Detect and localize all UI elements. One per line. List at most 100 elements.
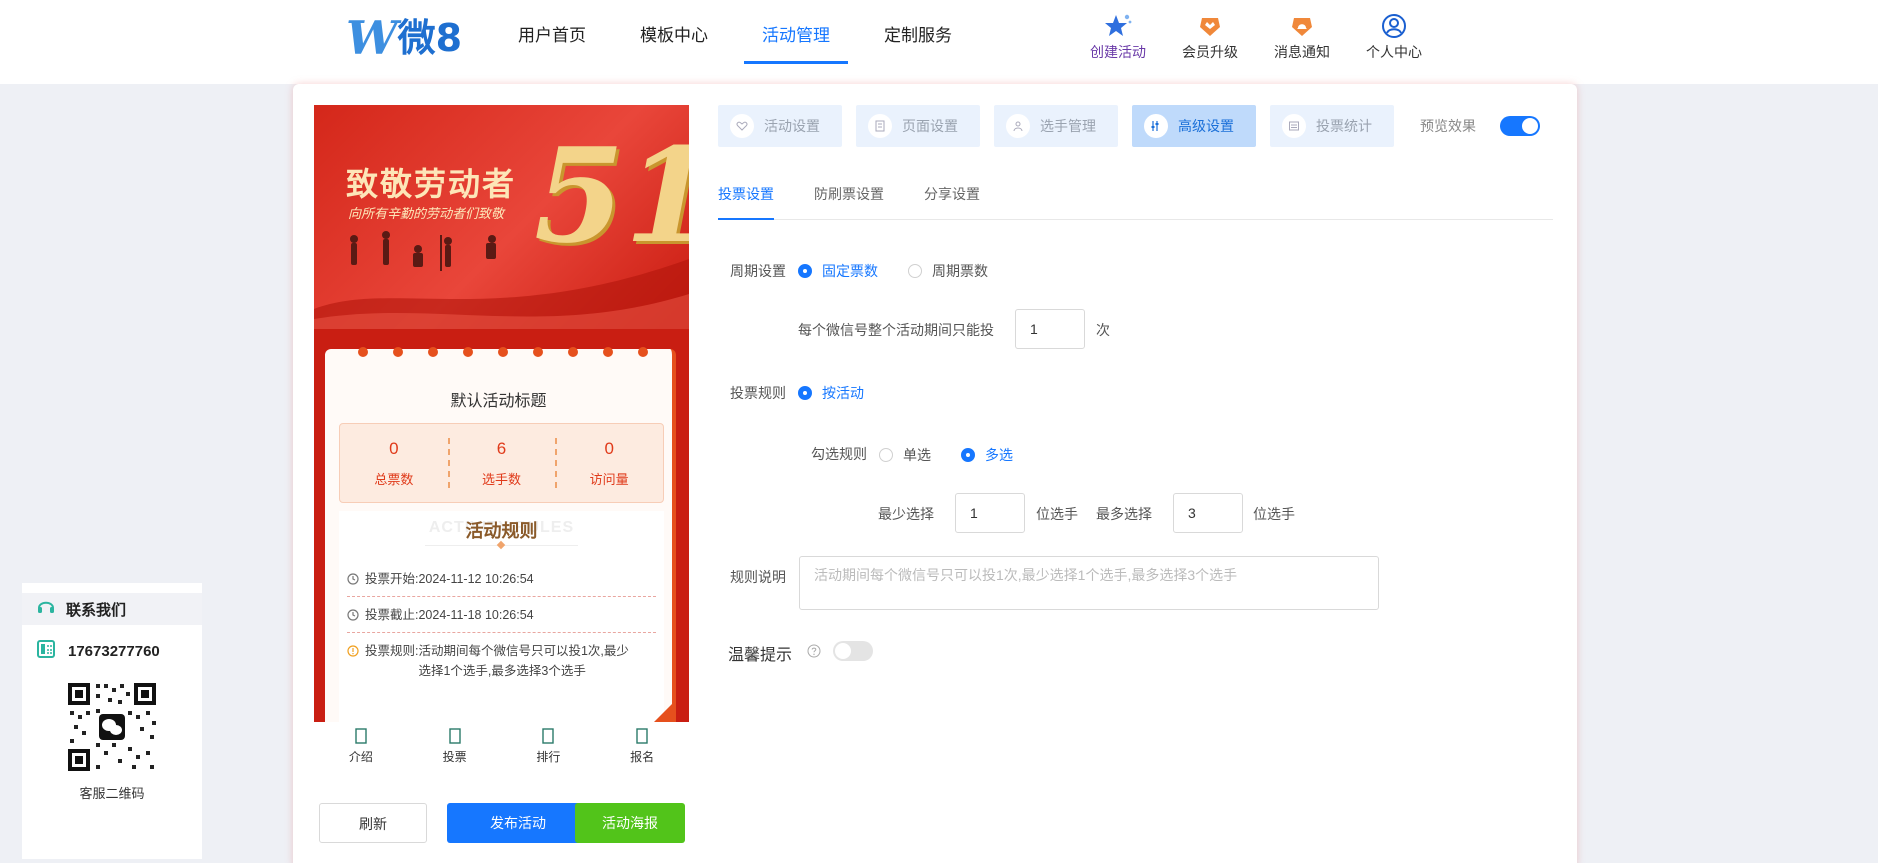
vote-end-row: 投票截止: 2024-11-18 10:26:54 <box>347 605 656 633</box>
logo-text: 微8 <box>397 16 463 60</box>
person-icon <box>1006 114 1030 138</box>
create-activity-label: 创建活动 <box>1090 44 1146 60</box>
warm-tip-label: 温馨提示 <box>728 647 793 664</box>
subtab-anti-fraud-settings[interactable]: 防刷票设置 <box>814 170 884 219</box>
tab-vote[interactable]: 投票 <box>408 722 502 772</box>
max-select-label: 最多选择 <box>1096 506 1152 522</box>
subtab-vote-settings[interactable]: 投票设置 <box>718 170 774 220</box>
cycle-setting-label: 周期设置 <box>730 263 786 279</box>
binder-ring <box>638 347 648 357</box>
nav-activity-management[interactable]: 活动管理 <box>744 0 848 84</box>
step-activity-settings[interactable]: 活动设置 <box>718 105 842 147</box>
rule-by-activity-radio[interactable]: 按活动 <box>798 383 864 403</box>
stat-contestants: 6 选手数 <box>447 424 556 502</box>
member-upgrade-button[interactable]: 会员升级 <box>1164 12 1256 62</box>
headset-icon <box>36 597 56 621</box>
banner-image: 致敬劳动者 向所有辛勤的劳动者们致敬 51 <box>314 105 689 329</box>
binder-ring <box>463 347 473 357</box>
logo[interactable]: W 微8 <box>346 14 462 62</box>
max-select-input[interactable]: 3 <box>1173 493 1243 533</box>
tab-intro[interactable]: 介绍 <box>314 722 408 772</box>
stat-value: 0 <box>604 439 614 458</box>
nav-template-center[interactable]: 模板中心 <box>622 0 726 84</box>
logo-mark: W <box>346 11 398 65</box>
step-vote-statistics[interactable]: 投票统计 <box>1270 105 1394 147</box>
tab-signup[interactable]: 报名 <box>595 722 689 772</box>
activity-poster-button[interactable]: 活动海报 <box>575 803 685 843</box>
binder-ring <box>393 347 403 357</box>
message-notice-button[interactable]: 消息通知 <box>1256 12 1348 62</box>
radio-dot <box>961 448 975 462</box>
vote-rule-label: 投票规则: <box>365 644 419 658</box>
step-label: 投票统计 <box>1316 118 1372 134</box>
vote-start-value: 2024-11-12 10:26:54 <box>418 572 534 586</box>
select-rule-label: 勾选规则 <box>811 446 867 462</box>
per-user-limit-unit: 次 <box>1096 322 1110 338</box>
radio-label: 周期票数 <box>932 263 988 279</box>
per-user-limit-input[interactable]: 1 <box>1015 309 1085 349</box>
select-single-radio[interactable]: 单选 <box>879 445 931 465</box>
ranking-icon <box>502 722 596 744</box>
binder-ring <box>568 347 578 357</box>
step-label: 选手管理 <box>1040 118 1096 134</box>
refresh-button[interactable]: 刷新 <box>319 803 427 843</box>
step-advanced-settings[interactable]: 高级设置 <box>1132 105 1256 147</box>
header-tools: 创建活动 会员升级 消息通知 个人中心 <box>1072 12 1440 62</box>
step-label: 页面设置 <box>902 118 958 134</box>
user-icon <box>1348 12 1440 40</box>
star-icon <box>1072 12 1164 40</box>
min-select-label: 最少选择 <box>878 506 934 522</box>
cycle-periodic-radio[interactable]: 周期票数 <box>908 261 988 281</box>
phone-icon <box>36 639 56 663</box>
chart-icon <box>1282 114 1306 138</box>
customer-service-qr-code <box>66 681 158 773</box>
tab-label: 介绍 <box>348 750 373 764</box>
select-multi-radio[interactable]: 多选 <box>961 445 1013 465</box>
vote-rule-row: 投票规则: 活动期间每个微信号只可以投1次,最少选择1个选手,最多选择3个选手 <box>347 641 656 681</box>
vote-rule-label: 投票规则 <box>730 385 786 401</box>
step-page-settings[interactable]: 页面设置 <box>856 105 980 147</box>
tab-label: 排行 <box>536 750 561 764</box>
stat-total-votes: 0 总票数 <box>340 424 448 502</box>
publish-activity-button[interactable]: 发布活动 <box>447 803 589 843</box>
home-icon <box>314 722 408 744</box>
personal-center-label: 个人中心 <box>1366 44 1422 60</box>
binder-ring <box>533 347 543 357</box>
rules-title: 活动规则 <box>465 521 538 541</box>
radio-dot <box>798 386 812 400</box>
signup-icon <box>595 722 689 744</box>
qr-code-label: 客服二维码 <box>79 786 145 801</box>
tab-ranking[interactable]: 排行 <box>502 722 596 772</box>
nav-user-home[interactable]: 用户首页 <box>500 0 604 84</box>
cycle-fixed-radio[interactable]: 固定票数 <box>798 261 878 281</box>
binder-ring <box>428 347 438 357</box>
tab-label: 报名 <box>630 750 655 764</box>
vote-start-row: 投票开始: 2024-11-12 10:26:54 <box>347 569 656 597</box>
main-nav: 用户首页 模板中心 活动管理 定制服务 <box>500 0 988 84</box>
vote-end-value: 2024-11-18 10:26:54 <box>418 608 534 622</box>
radio-label: 单选 <box>903 447 931 463</box>
stat-label: 访问量 <box>589 472 629 487</box>
clock-icon <box>347 569 365 596</box>
personal-center-button[interactable]: 个人中心 <box>1348 12 1440 62</box>
vote-start-label: 投票开始: <box>365 572 419 586</box>
crown-icon <box>1164 12 1256 40</box>
radio-label: 多选 <box>985 447 1013 463</box>
step-label: 活动设置 <box>764 118 820 134</box>
min-select-input[interactable]: 1 <box>955 493 1025 533</box>
preview-toggle[interactable] <box>1500 116 1540 136</box>
warm-tip-toggle[interactable] <box>833 641 873 661</box>
stat-label: 选手数 <box>482 472 522 487</box>
nav-custom-service[interactable]: 定制服务 <box>866 0 970 84</box>
tab-label: 投票 <box>442 750 467 764</box>
contact-header: 联系我们 <box>22 593 202 625</box>
help-icon[interactable] <box>807 644 821 661</box>
step-contestant-management[interactable]: 选手管理 <box>994 105 1118 147</box>
create-activity-button[interactable]: 创建活动 <box>1072 12 1164 62</box>
banner-title: 致敬劳动者 <box>346 165 517 203</box>
binder-ring <box>603 347 613 357</box>
binder-ring <box>498 347 508 357</box>
preview-tab-bar: 介绍 投票 排行 报名 <box>314 722 689 772</box>
rule-description-textarea[interactable]: 活动期间每个微信号只可以投1次,最少选择1个选手,最多选择3个选手 <box>799 556 1379 610</box>
subtab-share-settings[interactable]: 分享设置 <box>924 170 980 219</box>
